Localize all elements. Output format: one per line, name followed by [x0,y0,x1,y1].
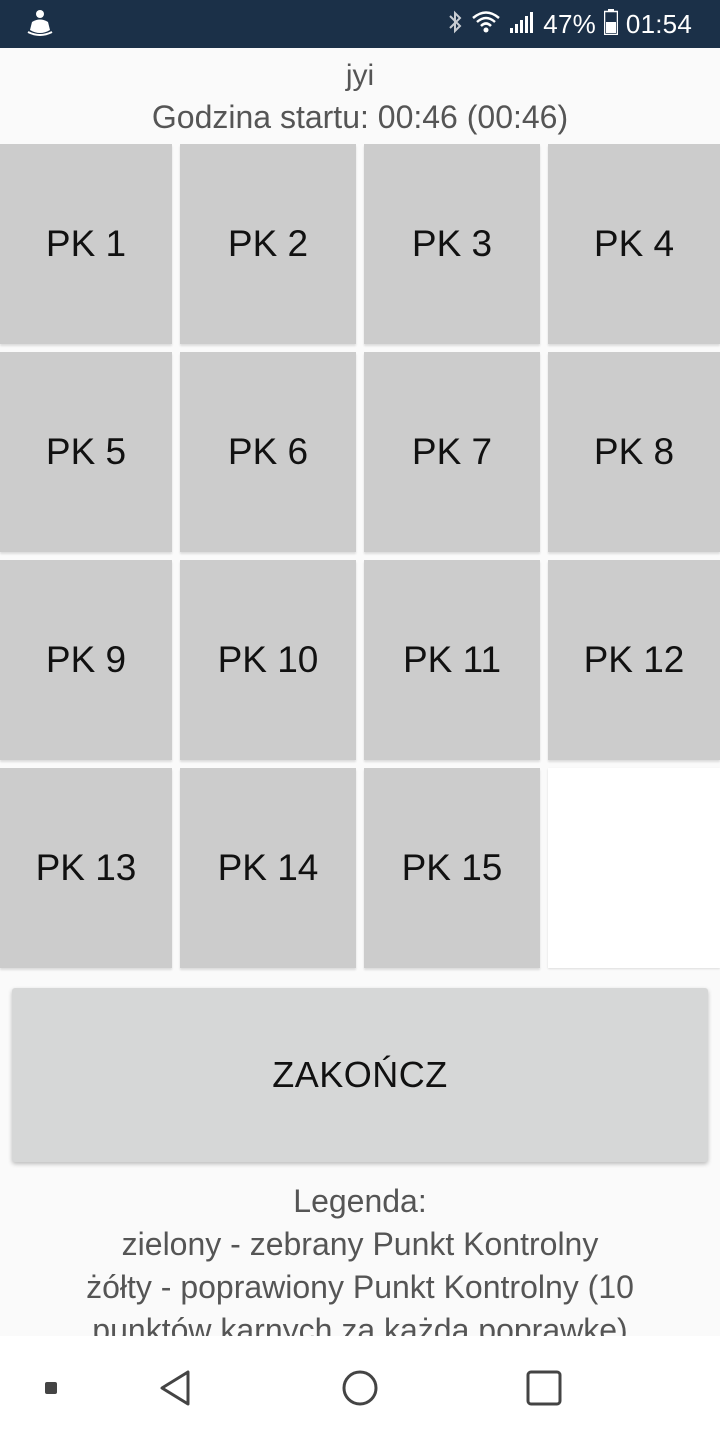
checkpoint-button[interactable]: PK 15 [364,768,540,968]
checkpoint-button[interactable]: PK 4 [548,144,720,344]
navigation-bar [0,1336,720,1440]
status-bar: 47% 01:54 [0,0,720,48]
bluetooth-icon [447,9,463,40]
app-notification-icon [26,8,54,38]
checkpoint-button[interactable]: PK 11 [364,560,540,760]
finish-button[interactable]: ZAKOŃCZ [12,988,708,1162]
battery-icon [603,8,619,40]
overview-icon[interactable] [518,1336,570,1440]
checkpoint-button[interactable]: PK 1 [0,144,172,344]
checkpoint-button[interactable]: PK 6 [180,352,356,552]
clock: 01:54 [625,8,692,39]
header: jyi Godzina startu: 00:46 (00:46) [0,48,720,142]
legend-title: Legenda: [293,1183,427,1219]
wifi-icon [471,10,501,39]
checkpoint-grid: PK 1 PK 2 PK 3 PK 4 PK 5 PK 6 PK 7 PK 8 … [0,142,720,970]
checkpoint-button[interactable]: PK 8 [548,352,720,552]
start-time: Godzina startu: 00:46 (00:46) [151,99,569,135]
back-icon[interactable] [150,1336,200,1440]
recent-dot-icon[interactable] [34,1336,68,1440]
legend-line-penalty: punktów karnych za każdą poprawkę) [92,1312,628,1336]
checkpoint-button[interactable]: PK 13 [0,768,172,968]
checkpoint-button[interactable]: PK 7 [364,352,540,552]
checkpoint-button[interactable]: PK 5 [0,352,172,552]
legend-line-green: zielony - zebrany Punkt Kontrolny [121,1226,599,1262]
checkpoint-button[interactable]: PK 10 [180,560,356,760]
checkpoint-button[interactable]: PK 9 [0,560,172,760]
checkpoint-button[interactable]: PK 3 [364,144,540,344]
home-icon[interactable] [334,1336,386,1440]
battery-percent: 47% [543,8,596,39]
empty-cell [548,768,720,968]
checkpoint-button[interactable]: PK 2 [180,144,356,344]
legend-line-yellow: żółty - poprawiony Punkt Kontrolny (10 [86,1269,634,1305]
team-name: jyi [345,59,375,92]
checkpoint-button[interactable]: PK 14 [180,768,356,968]
legend: Legenda: zielony - zebrany Punkt Kontrol… [0,1180,720,1336]
checkpoint-button[interactable]: PK 12 [548,560,720,760]
signal-icon [509,10,535,39]
